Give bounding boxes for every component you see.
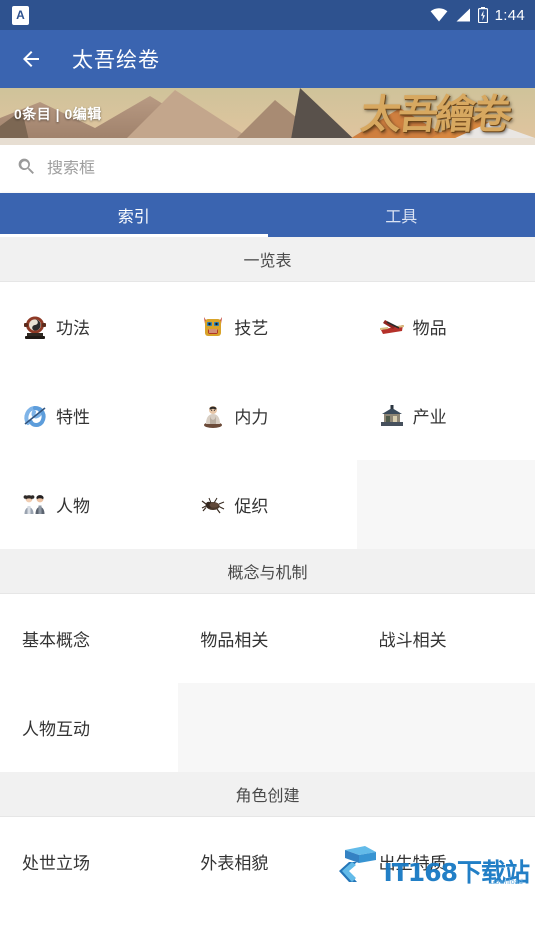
grid-item-appearance[interactable]: 外表相貌 — [178, 817, 357, 894]
grid-item-label: 物品相关 — [200, 631, 269, 650]
grid-item-label: 外表相貌 — [200, 854, 269, 873]
grid-item-renwu[interactable]: 人物 — [0, 460, 179, 549]
banner-calligraphy-title: 太吾繪卷 — [358, 91, 512, 138]
tab-index-label: 索引 — [117, 209, 150, 226]
grid-item-cuzhi[interactable]: 促织 — [178, 460, 357, 549]
grid-item-gongfa[interactable]: 功法 — [0, 282, 179, 371]
grid-item-birth-traits[interactable]: 出生特质 — [356, 817, 535, 894]
section-header-overview: 一览表 — [0, 237, 535, 282]
gong-fa-icon — [22, 314, 48, 340]
signal-icon — [455, 8, 471, 22]
section-header-character-creation: 角色创建 — [0, 772, 535, 817]
status-bar-left: A — [12, 5, 29, 25]
grid-item-label: 人物互动 — [22, 720, 90, 739]
grid-character-creation: 处世立场 外表相貌 出生特质 出生时节 出生地区 其他细节 — [0, 817, 535, 894]
section-header-concepts: 概念与机制 — [0, 549, 535, 594]
status-bar-right: 1:44 — [430, 7, 525, 24]
nei-li-icon — [200, 403, 226, 429]
section-title: 一览表 — [243, 253, 292, 270]
grid-item-label: 人物 — [56, 497, 90, 516]
grid-item-label: 战斗相关 — [378, 631, 447, 650]
grid-item-label: 功法 — [56, 319, 90, 338]
grid-item-jiyi[interactable]: 技艺 — [178, 282, 357, 371]
grid-item-item-related[interactable]: 物品相关 — [178, 594, 357, 683]
grid-item-label: 促织 — [234, 497, 269, 516]
status-bar: A 1:44 — [0, 0, 535, 30]
grid-item-empty — [178, 683, 357, 772]
grid-item-texing[interactable]: 特性 — [0, 371, 179, 460]
status-bar-clock: 1:44 — [494, 6, 525, 24]
te-xing-icon — [22, 403, 48, 429]
grid-item-label: 产业 — [412, 408, 447, 427]
tab-tools-label: 工具 — [385, 209, 418, 226]
hero-banner: 0条目 | 0编辑 太吾繪卷 — [0, 88, 535, 145]
ren-wu-icon — [22, 492, 48, 518]
tab-bar: 索引 工具 — [0, 193, 535, 237]
search-bar[interactable] — [0, 145, 535, 193]
app-root: A 1:44 太吾绘卷 0条目 | 0编辑 太吾繪卷 搜索框 索引 工具 一览表… — [0, 0, 535, 951]
content-scroll-area[interactable]: 一览表 功法 技艺 物品 特性 内力 产业 人物 促织 概念与机制 基本概念 物… — [0, 237, 535, 894]
grid-item-character-interaction[interactable]: 人物互动 — [0, 683, 179, 772]
grid-item-label: 特性 — [56, 408, 90, 427]
grid-item-stance[interactable]: 处世立场 — [0, 817, 179, 894]
grid-item-label: 处世立场 — [22, 854, 90, 873]
grid-item-wupin[interactable]: 物品 — [356, 282, 535, 371]
search-icon — [16, 156, 37, 182]
wifi-icon — [430, 8, 448, 22]
wu-pin-icon — [379, 314, 405, 340]
section-title: 概念与机制 — [227, 565, 308, 582]
grid-overview: 功法 技艺 物品 特性 内力 产业 人物 促织 — [0, 282, 535, 549]
battery-charging-icon — [477, 7, 488, 24]
notification-app-icon: A — [12, 5, 29, 25]
grid-concepts: 基本概念 物品相关 战斗相关 人物互动 — [0, 594, 535, 772]
banner-stats: 0条目 | 0编辑 — [14, 106, 102, 122]
cu-zhi-icon — [200, 492, 226, 518]
grid-item-label: 基本概念 — [22, 631, 90, 650]
tab-tools[interactable]: 工具 — [268, 193, 535, 237]
grid-item-label: 出生特质 — [378, 854, 447, 873]
grid-item-empty — [356, 460, 535, 549]
tab-index[interactable]: 索引 — [0, 193, 268, 237]
grid-item-basic-concepts[interactable]: 基本概念 — [0, 594, 179, 683]
back-arrow-icon[interactable] — [16, 44, 46, 74]
grid-item-neili[interactable]: 内力 — [178, 371, 357, 460]
search-input[interactable] — [47, 159, 519, 178]
grid-item-label: 物品 — [412, 319, 447, 338]
app-bar: 太吾绘卷 — [0, 30, 535, 88]
grid-item-label: 技艺 — [234, 319, 269, 338]
ji-yi-icon — [200, 314, 226, 340]
grid-item-label: 内力 — [234, 408, 269, 427]
grid-item-empty — [356, 683, 535, 772]
section-title: 角色创建 — [235, 788, 300, 805]
page-title: 太吾绘卷 — [72, 49, 160, 72]
chan-ye-icon — [379, 403, 405, 429]
grid-item-combat-related[interactable]: 战斗相关 — [356, 594, 535, 683]
grid-item-chanye[interactable]: 产业 — [356, 371, 535, 460]
